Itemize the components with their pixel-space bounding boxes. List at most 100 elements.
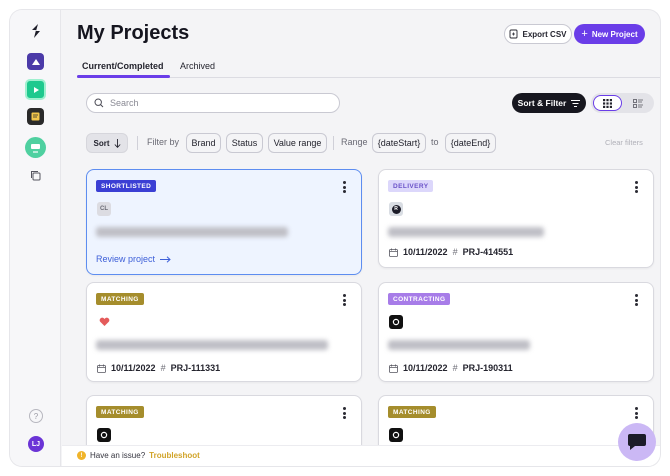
avatar[interactable]: LJ <box>28 436 44 452</box>
list-view-button[interactable] <box>628 96 648 110</box>
brand-logo <box>389 428 403 442</box>
calendar-icon <box>389 248 398 257</box>
arrow-down-icon <box>113 138 121 148</box>
sidebar: ? LJ <box>10 10 61 466</box>
view-toggle <box>591 93 654 113</box>
hash-icon: # <box>452 247 458 257</box>
copy-icon[interactable] <box>27 167 44 184</box>
project-date: 10/11/2022 <box>403 363 448 373</box>
status-badge: DELIVERY <box>388 180 434 192</box>
range-label: Range <box>341 137 368 147</box>
brand-logo-mark: R <box>391 204 401 214</box>
brand-logo: CL <box>97 202 111 216</box>
kebab-icon[interactable] <box>635 407 638 419</box>
date-end-field[interactable]: {dateEnd} <box>445 133 496 153</box>
brand-logo <box>97 315 111 329</box>
search-input[interactable]: Search <box>86 93 340 113</box>
filter-by-label: Filter by <box>147 137 180 147</box>
kebab-icon[interactable] <box>343 181 346 193</box>
warning-icon: ! <box>77 451 86 460</box>
divider <box>137 136 138 150</box>
app-window: ? LJ My Projects Export CSV + New Projec… <box>10 10 660 466</box>
tab-archived[interactable]: Archived <box>180 61 215 71</box>
review-project-link[interactable]: Review project <box>96 254 171 264</box>
project-name-blurred <box>388 227 544 237</box>
project-name-blurred <box>96 340 328 350</box>
chat-icon <box>628 434 646 450</box>
brand-mark-icon <box>392 318 400 326</box>
status-badge: MATCHING <box>96 406 144 418</box>
footer-text: Have an issue? <box>90 451 146 460</box>
range-to-label: to <box>431 137 439 147</box>
project-meta: 10/11/2022 # PRJ-190311 <box>389 363 513 373</box>
project-card[interactable]: SHORTLISTED CL Review project <box>86 169 362 275</box>
project-card[interactable]: DELIVERY R 10/11/2022 # PRJ-414551 <box>378 169 654 268</box>
search-icon <box>94 98 104 108</box>
brand-mark-icon <box>100 431 108 439</box>
project-id: PRJ-111331 <box>170 363 221 373</box>
project-meta: 10/11/2022 # PRJ-111331 <box>97 363 220 373</box>
main-content: My Projects Export CSV + New Project Cur… <box>62 10 660 466</box>
list-view-icon <box>633 98 643 108</box>
divider <box>333 136 334 150</box>
brand-mark-icon <box>392 431 400 439</box>
export-csv-button[interactable]: Export CSV <box>504 24 572 44</box>
troubleshoot-link[interactable]: Troubleshoot <box>149 451 200 460</box>
export-csv-label: Export CSV <box>522 29 567 39</box>
brand-filter-chip[interactable]: Brand <box>186 133 221 153</box>
review-project-label: Review project <box>96 254 156 264</box>
project-meta: 10/11/2022 # PRJ-414551 <box>389 247 513 257</box>
help-icon[interactable]: ? <box>29 409 43 423</box>
project-id: PRJ-190311 <box>462 363 513 373</box>
new-project-button[interactable]: + New Project <box>574 24 645 44</box>
kebab-icon[interactable] <box>635 181 638 193</box>
brand-logo <box>97 428 111 442</box>
app-icon[interactable] <box>27 53 44 70</box>
brand-logo <box>389 315 403 329</box>
value-range-filter-chip[interactable]: Value range <box>268 133 327 153</box>
project-date: 10/11/2022 <box>111 363 156 373</box>
page-title: My Projects <box>77 22 190 44</box>
chat-button[interactable] <box>618 423 656 461</box>
arrow-right-icon <box>160 255 171 263</box>
inbox-app-icon[interactable] <box>25 137 46 158</box>
status-badge: SHORTLISTED <box>96 180 157 192</box>
tab-bar: Current/Completed Archived <box>77 59 660 78</box>
kebab-icon[interactable] <box>343 294 346 306</box>
status-badge: MATCHING <box>388 406 436 418</box>
grid-view-icon <box>603 98 612 108</box>
status-filter-chip[interactable]: Status <box>226 133 263 153</box>
project-card[interactable]: CONTRACTING 10/11/2022 # PRJ-190311 <box>378 282 654 382</box>
plus-icon: + <box>581 27 588 40</box>
search-placeholder: Search <box>110 98 139 108</box>
brand-logo: R <box>389 202 403 216</box>
hash-icon: # <box>452 363 458 373</box>
project-date: 10/11/2022 <box>403 247 448 257</box>
footer-help: ! Have an issue? Troubleshoot <box>77 451 200 460</box>
sort-filter-label: Sort & Filter <box>517 98 567 108</box>
clear-filters-button[interactable]: Clear filters <box>605 138 643 147</box>
footer-bar: ! Have an issue? Troubleshoot <box>62 445 660 466</box>
sort-button[interactable]: Sort <box>86 133 128 153</box>
project-id: PRJ-414551 <box>462 247 514 257</box>
project-name-blurred <box>388 340 530 350</box>
date-start-field[interactable]: {dateStart} <box>372 133 426 153</box>
calendar-icon <box>389 364 398 373</box>
video-app-icon[interactable] <box>25 79 46 100</box>
tab-current-completed[interactable]: Current/Completed <box>77 61 169 78</box>
sort-filter-button[interactable]: Sort & Filter <box>512 93 586 113</box>
calendar-icon <box>97 364 106 373</box>
filter-icon <box>571 99 581 107</box>
kebab-icon[interactable] <box>635 294 638 306</box>
kebab-icon[interactable] <box>343 407 346 419</box>
logo-icon[interactable] <box>27 22 44 39</box>
hash-icon: # <box>160 363 166 373</box>
sort-label: Sort <box>93 138 110 148</box>
export-icon <box>510 29 518 39</box>
brand-heart-icon <box>99 317 109 326</box>
project-card[interactable]: MATCHING 10/11/2022 # PRJ-111331 <box>86 282 362 382</box>
new-project-label: New Project <box>591 29 638 39</box>
filter-bar: Sort Filter by Brand Status Value range … <box>86 133 654 153</box>
grid-view-button[interactable] <box>593 95 622 111</box>
notes-app-icon[interactable] <box>27 108 44 125</box>
